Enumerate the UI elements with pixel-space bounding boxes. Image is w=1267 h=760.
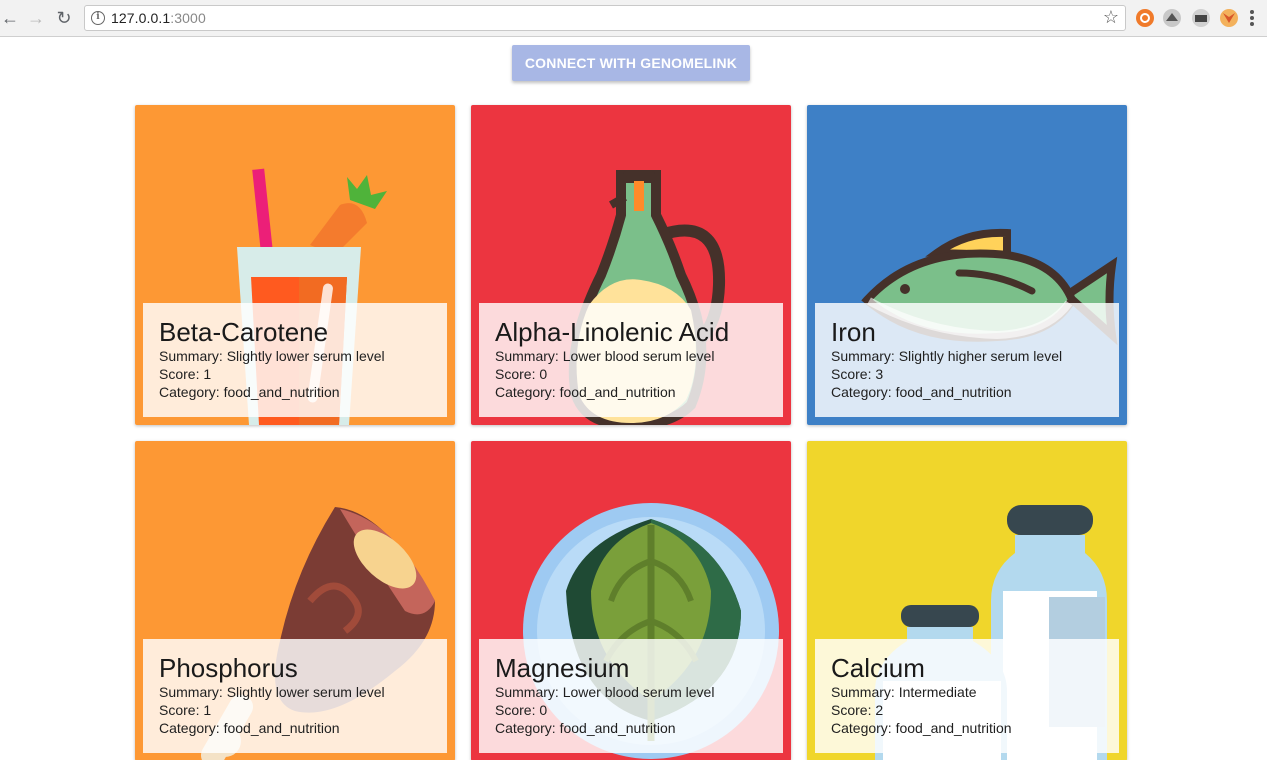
card-category: Category: food_and_nutrition <box>831 720 1012 736</box>
browser-toolbar: ← → ↻ i 127.0.0.1:3000 ☆ <box>0 0 1267 37</box>
trait-card-iron[interactable]: Iron Summary: Slightly higher serum leve… <box>807 105 1127 425</box>
card-score: Score: 2 <box>831 702 884 718</box>
card-info-panel: Alpha-Linolenic Acid Summary: Lower bloo… <box>479 303 783 417</box>
extension-gray-icon[interactable] <box>1163 9 1181 27</box>
card-score: Score: 0 <box>495 702 548 718</box>
card-summary: Summary: Slightly lower serum level <box>159 348 385 364</box>
extension-orange-icon[interactable] <box>1136 9 1154 27</box>
card-score: Score: 1 <box>159 366 212 382</box>
url-port: :3000 <box>170 10 206 26</box>
trait-card-phosphorus[interactable]: Phosphorus Summary: Slightly lower serum… <box>135 441 455 760</box>
card-info-panel: Magnesium Summary: Lower blood serum lev… <box>479 639 783 753</box>
card-info-panel: Phosphorus Summary: Slightly lower serum… <box>143 639 447 753</box>
card-info-panel: Beta-Carotene Summary: Slightly lower se… <box>143 303 447 417</box>
card-category: Category: food_and_nutrition <box>831 384 1012 400</box>
url-host: 127.0.0.1 <box>111 10 171 26</box>
address-bar[interactable]: i 127.0.0.1:3000 ☆ <box>84 5 1126 31</box>
trait-card-beta-carotene[interactable]: Beta-Carotene Summary: Slightly lower se… <box>135 105 455 425</box>
reload-icon[interactable]: ↻ <box>54 8 74 28</box>
trait-card-calcium[interactable]: Calcium Summary: Intermediate Score: 2 C… <box>807 441 1127 760</box>
extension-dark-icon[interactable] <box>1192 9 1210 27</box>
extension-fox-icon[interactable] <box>1220 9 1238 27</box>
card-score: Score: 1 <box>159 702 212 718</box>
card-summary: Summary: Slightly lower serum level <box>159 684 385 700</box>
card-title: Calcium <box>831 653 925 683</box>
menu-icon[interactable] <box>1247 8 1257 28</box>
card-category: Category: food_and_nutrition <box>159 384 340 400</box>
card-title: Beta-Carotene <box>159 317 329 347</box>
card-info-panel: Iron Summary: Slightly higher serum leve… <box>815 303 1119 417</box>
card-score: Score: 0 <box>495 366 548 382</box>
url-text[interactable]: 127.0.0.1:3000 <box>111 10 206 26</box>
card-title: Iron <box>831 317 876 347</box>
card-summary: Summary: Lower blood serum level <box>495 684 715 700</box>
star-icon[interactable]: ☆ <box>1103 7 1119 28</box>
card-summary: Summary: Lower blood serum level <box>495 348 715 364</box>
card-title: Phosphorus <box>159 653 298 683</box>
card-info-panel: Calcium Summary: Intermediate Score: 2 C… <box>815 639 1119 753</box>
arrow-right-icon[interactable]: → <box>26 8 46 28</box>
card-summary: Summary: Intermediate <box>831 684 977 700</box>
card-title: Magnesium <box>495 653 630 683</box>
card-summary: Summary: Slightly higher serum level <box>831 348 1063 364</box>
card-title: Alpha-Linolenic Acid <box>495 317 730 347</box>
card-score: Score: 3 <box>831 366 884 382</box>
info-icon[interactable]: i <box>91 11 105 25</box>
trait-card-alpha-linolenic-acid[interactable]: Alpha-Linolenic Acid Summary: Lower bloo… <box>471 105 791 425</box>
arrow-left-icon[interactable]: ← <box>0 8 20 28</box>
card-category: Category: food_and_nutrition <box>159 720 340 736</box>
card-category: Category: food_and_nutrition <box>495 720 676 736</box>
connect-genomelink-button[interactable]: CONNECT WITH GENOMELINK <box>512 45 750 81</box>
card-category: Category: food_and_nutrition <box>495 384 676 400</box>
trait-card-magnesium[interactable]: Magnesium Summary: Lower blood serum lev… <box>471 441 791 760</box>
